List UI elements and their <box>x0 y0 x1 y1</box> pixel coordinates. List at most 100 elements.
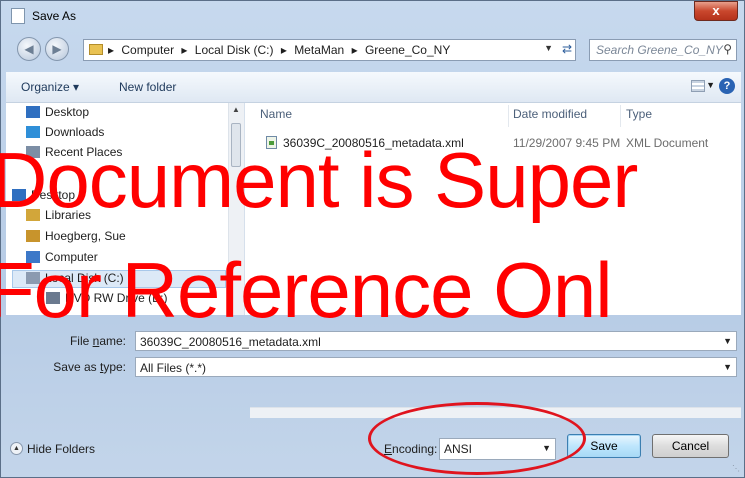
breadcrumb-computer[interactable]: Computer <box>121 43 174 57</box>
nav-item-dvd-drive[interactable]: DVD RW Drive (E:) <box>46 291 167 309</box>
save-as-type-value: All Files (*.*) <box>140 361 207 375</box>
nav-item-local-disk[interactable]: Local Disk (C:) <box>12 270 226 288</box>
file-name-value: 36039C_20080516_metadata.xml <box>140 335 321 349</box>
chevron-down-icon[interactable]: ▼ <box>723 336 732 346</box>
column-header-name[interactable]: Name <box>260 107 292 121</box>
save-button[interactable]: Save <box>567 434 641 458</box>
dialog-title: Save As <box>32 9 77 23</box>
nav-item-label: Downloads <box>45 125 105 139</box>
computer-icon <box>26 251 40 263</box>
dvd-drive-icon <box>46 292 60 304</box>
user-folder-icon <box>26 230 40 242</box>
back-button[interactable]: ◀ <box>17 37 41 61</box>
view-options-icon[interactable] <box>691 80 705 92</box>
refresh-icon[interactable]: ⇄ <box>562 42 572 56</box>
nav-scrollbar[interactable]: ▲ <box>228 103 244 315</box>
back-arrow-icon: ◀ <box>24 42 34 56</box>
nav-item-desktop[interactable]: Desktop <box>26 105 89 123</box>
save-as-type-select[interactable]: All Files (*.*) ▼ <box>135 357 737 377</box>
nav-item-label: Local Disk (C:) <box>45 271 124 285</box>
label-part: File <box>69 334 93 348</box>
encoding-select[interactable]: ANSI ▼ <box>439 438 556 460</box>
nav-item-computer[interactable]: Computer <box>26 250 98 268</box>
breadcrumb-local-disk[interactable]: Local Disk (C:) <box>195 43 274 57</box>
column-header-date-modified[interactable]: Date modified <box>513 107 587 121</box>
label-part: Save as <box>53 360 100 374</box>
address-row: ◀ ▶ ▸ Computer ▸ Local Disk (C:) ▸ MetaM… <box>1 32 744 64</box>
save-as-type-label: Save as type: <box>6 360 126 374</box>
cancel-button[interactable]: Cancel <box>652 434 729 458</box>
resize-grip-icon[interactable]: ⋱ <box>732 464 740 473</box>
table-row[interactable]: 36039C_20080516_metadata.xml 11/29/2007 … <box>246 133 741 153</box>
view-dropdown-icon[interactable]: ▼ <box>706 80 715 90</box>
file-name: 36039C_20080516_metadata.xml <box>283 136 464 150</box>
desktop-icon <box>12 189 26 201</box>
search-icon[interactable]: ⚲ <box>723 42 732 56</box>
organize-menu[interactable]: Organize ▾ <box>21 80 79 94</box>
column-divider[interactable] <box>508 105 509 127</box>
search-input[interactable]: Search Greene_Co_NY ⚲ <box>589 39 737 61</box>
file-name-cell: 36039C_20080516_metadata.xml <box>266 136 464 150</box>
browse-panes: Desktop Downloads Recent Places Desktop … <box>6 103 741 418</box>
nav-item-label: DVD RW Drive (E:) <box>65 291 168 305</box>
label-part: ncoding: <box>392 442 438 456</box>
address-dropdown-icon[interactable]: ▼ <box>544 43 553 53</box>
nav-item-label: Desktop <box>31 188 76 202</box>
nav-item-desktop-root[interactable]: Desktop <box>12 188 75 206</box>
xml-file-icon <box>266 136 277 149</box>
close-button[interactable]: x <box>694 1 738 21</box>
recent-places-icon <box>26 146 40 158</box>
label-part: ame: <box>99 334 126 348</box>
nav-item-label: Libraries <box>45 208 92 222</box>
chevron-down-icon[interactable]: ▼ <box>542 443 551 453</box>
breadcrumb-metaman[interactable]: MetaMan <box>294 43 344 57</box>
breadcrumb-greene-co-ny[interactable]: Greene_Co_NY <box>365 43 450 57</box>
new-folder-button[interactable]: New folder <box>119 80 176 94</box>
document-icon <box>11 8 25 24</box>
nav-item-label: Computer <box>45 250 98 264</box>
nav-item-label: Recent Places <box>45 145 123 159</box>
file-type: XML Document <box>626 136 709 150</box>
encoding-label: Encoding: <box>384 442 437 456</box>
local-disk-icon <box>26 272 40 284</box>
libraries-icon <box>26 209 40 221</box>
file-name-field[interactable]: 36039C_20080516_metadata.xml ▼ <box>135 331 737 351</box>
title-bar[interactable]: Save As x <box>1 1 744 31</box>
folder-icon <box>89 44 103 55</box>
file-date: 11/29/2007 9:45 PM <box>513 136 621 150</box>
column-header-type[interactable]: Type <box>626 107 652 121</box>
chevron-down-icon[interactable]: ▼ <box>723 362 732 372</box>
hide-folders-button[interactable]: Hide Folders <box>27 442 95 456</box>
breadcrumb-separator: ▸ <box>181 43 188 57</box>
label-part: ype: <box>103 360 126 374</box>
breadcrumb: ▸ Computer ▸ Local Disk (C:) ▸ MetaMan ▸… <box>108 43 454 57</box>
label-accesskey: E <box>384 442 393 456</box>
column-divider[interactable] <box>620 105 621 127</box>
file-list: Name Date modified Type 36039C_20080516_… <box>246 103 741 315</box>
forward-button[interactable]: ▶ <box>45 37 69 61</box>
desktop-icon <box>26 106 40 118</box>
address-bar[interactable]: ▸ Computer ▸ Local Disk (C:) ▸ MetaMan ▸… <box>83 39 576 61</box>
navigation-pane: Desktop Downloads Recent Places Desktop … <box>6 103 245 315</box>
file-name-label: File name: <box>6 334 126 348</box>
nav-item-recent-places[interactable]: Recent Places <box>26 145 122 163</box>
forward-arrow-icon: ▶ <box>52 42 62 56</box>
nav-item-label: Hoegberg, Sue <box>45 229 126 243</box>
breadcrumb-separator: ▸ <box>351 43 358 57</box>
save-as-dialog: Save As x ◀ ▶ ▸ Computer ▸ Local Disk (C… <box>0 0 745 478</box>
breadcrumb-separator: ▸ <box>280 43 287 57</box>
help-icon[interactable]: ? <box>719 78 735 94</box>
command-bar: Organize ▾ New folder ▼ ? <box>6 72 741 103</box>
horizontal-scrollbar[interactable] <box>250 407 741 418</box>
breadcrumb-separator: ▸ <box>108 43 115 57</box>
nav-item-downloads[interactable]: Downloads <box>26 125 104 143</box>
nav-item-libraries[interactable]: Libraries <box>26 208 91 226</box>
collapse-icon[interactable]: ▲ <box>10 442 23 455</box>
scroll-up-icon[interactable]: ▲ <box>232 105 240 114</box>
downloads-icon <box>26 126 40 138</box>
encoding-value: ANSI <box>444 442 473 456</box>
nav-scroll-thumb[interactable] <box>231 123 241 167</box>
search-placeholder: Search Greene_Co_NY <box>596 43 723 57</box>
nav-item-user[interactable]: Hoegberg, Sue <box>26 229 126 247</box>
nav-item-label: Desktop <box>45 105 90 119</box>
